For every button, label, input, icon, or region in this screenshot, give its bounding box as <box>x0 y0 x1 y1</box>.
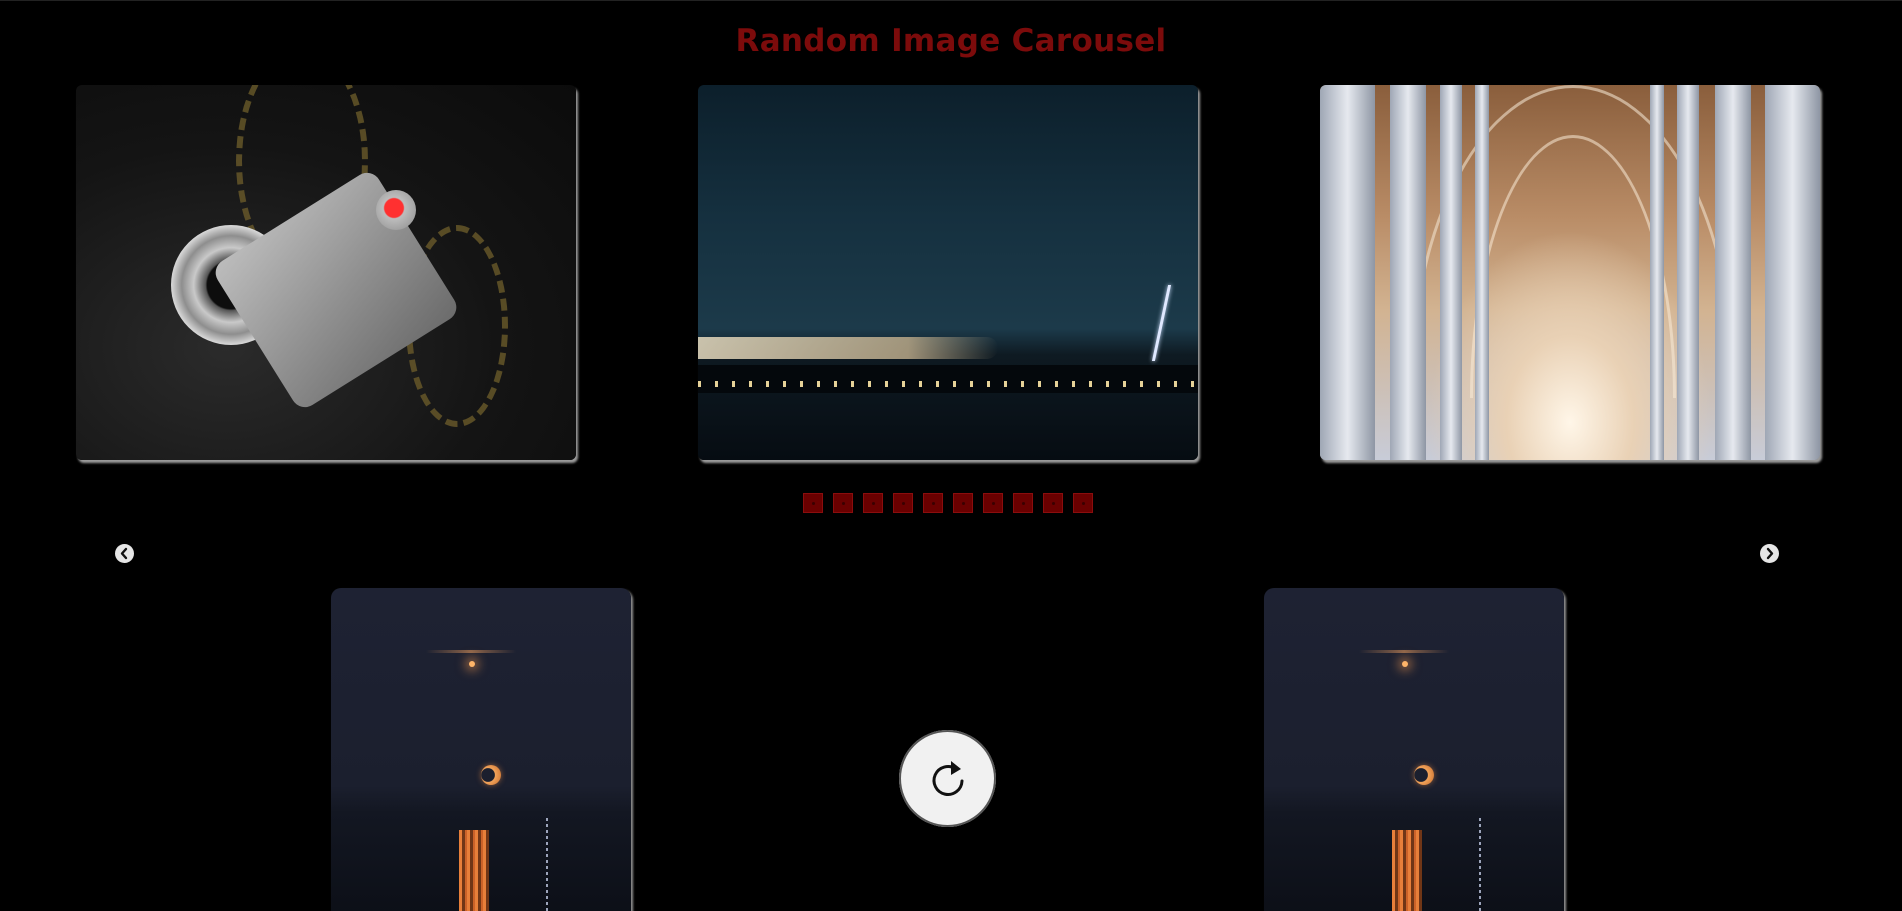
chevron-right-icon <box>1760 544 1779 563</box>
pagination-dot-7[interactable] <box>983 493 1003 513</box>
camera-photo <box>76 85 576 460</box>
carousel-next-button[interactable] <box>1760 544 1779 563</box>
page-title: Random Image Carousel <box>735 23 1167 59</box>
gallery-card-2[interactable] <box>1264 588 1564 911</box>
pagination-dot-3[interactable] <box>863 493 883 513</box>
pagination-dot-8[interactable] <box>1013 493 1033 513</box>
gallery-card-1[interactable] <box>331 588 631 911</box>
refresh-button[interactable] <box>899 730 996 827</box>
pagination-dot-2[interactable] <box>833 493 853 513</box>
moon-photo <box>331 588 631 911</box>
pagination-dot-10[interactable] <box>1073 493 1093 513</box>
pagination-dot-4[interactable] <box>893 493 913 513</box>
pagination-dot-6[interactable] <box>953 493 973 513</box>
night-lightning-photo <box>698 85 1198 460</box>
moon-photo <box>1264 588 1564 911</box>
carousel-pagination <box>803 493 1093 513</box>
carousel-prev-button[interactable] <box>115 544 134 563</box>
carousel-slide-camera[interactable] <box>76 85 576 460</box>
chevron-left-icon <box>115 544 134 563</box>
pagination-dot-1[interactable] <box>803 493 823 513</box>
pagination-dot-9[interactable] <box>1043 493 1063 513</box>
carousel-slide-night[interactable] <box>698 85 1198 460</box>
cathedral-photo <box>1320 85 1820 460</box>
page: Random Image Carousel <box>0 0 1902 911</box>
refresh-icon <box>932 760 963 796</box>
carousel-slide-cathedral[interactable] <box>1320 85 1820 460</box>
pagination-dot-5[interactable] <box>923 493 943 513</box>
